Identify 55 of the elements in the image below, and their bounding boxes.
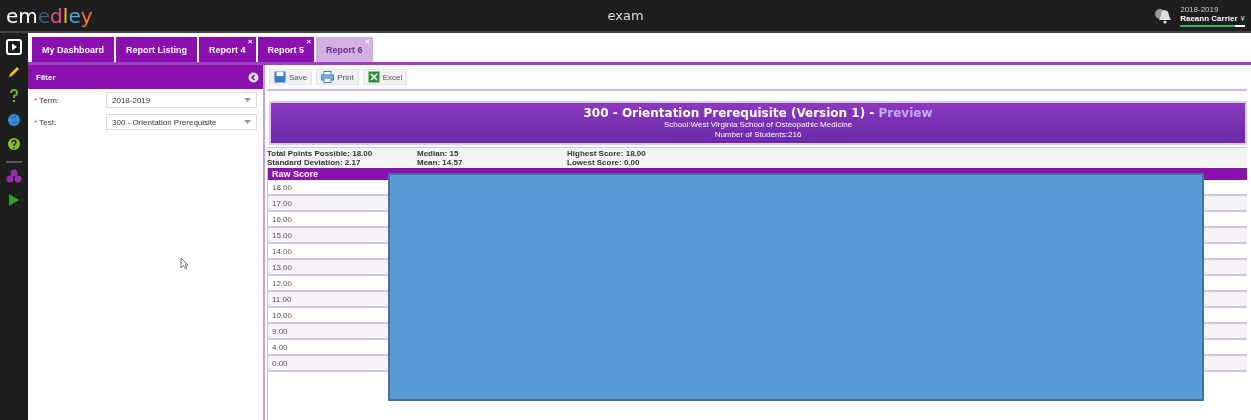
table-cell: 17.00 — [272, 198, 293, 208]
table-cell: 13.00 — [272, 262, 293, 272]
play-icon[interactable] — [8, 193, 20, 207]
table-cell: 14.00 — [272, 246, 293, 256]
tab[interactable]: Report 4 × — [199, 37, 256, 62]
tab[interactable]: Report 5 × — [257, 37, 315, 62]
pencil-icon[interactable] — [7, 65, 21, 79]
field-label: * Test: — [34, 117, 58, 127]
stat-text: Highest Score: 18.00 — [567, 149, 647, 158]
app-title: exam — [607, 8, 644, 23]
table-cell: 15.00 — [272, 230, 293, 240]
collapse-icon[interactable] — [248, 71, 259, 83]
tab[interactable]: Report 6 × — [316, 37, 373, 62]
cubes-icon[interactable] — [6, 161, 22, 183]
table-cell: 18.00 — [272, 182, 293, 192]
stat-text: Lowest Score: 0.00 — [567, 158, 641, 167]
table-cell: 12.00 — [272, 278, 293, 288]
dropdown-field[interactable]: 300 - Orientation Prerequisite — [106, 114, 257, 130]
app-logo: emedley — [6, 3, 94, 28]
table-cell: 11.00 — [272, 294, 292, 304]
dropdown-arrow-icon — [244, 119, 251, 125]
student-count: Number of Students:216 — [713, 130, 803, 140]
toolbar-button[interactable]: Print — [316, 69, 359, 85]
column-header: Raw Score — [272, 169, 319, 179]
stat-text: Standard Deviation: 2.17 — [267, 158, 362, 167]
toolbar-button[interactable]: Save — [269, 69, 313, 85]
mouse-cursor-icon — [180, 257, 189, 270]
filter-title: Filter — [36, 72, 56, 82]
table-cell: 0.00 — [272, 358, 288, 368]
term-label: 2018-2019 — [1180, 4, 1220, 14]
tab[interactable]: My Dashboard — [32, 37, 114, 62]
spreadsheet-icon — [367, 71, 380, 83]
globe-icon[interactable] — [7, 113, 21, 127]
stat-text: Median: 15 — [417, 149, 460, 158]
table-cell: 9.00 — [272, 326, 288, 336]
printer-icon — [321, 71, 335, 83]
help-icon[interactable] — [7, 137, 21, 151]
caret-icon[interactable]: ¥ — [1240, 13, 1245, 23]
question-mark-icon[interactable] — [9, 89, 19, 103]
stat-text: Total Points Possible: 18.00 — [267, 149, 374, 158]
close-icon[interactable]: × — [306, 37, 312, 46]
close-icon[interactable]: × — [247, 37, 253, 46]
table-cell: 10.00 — [272, 310, 293, 320]
table-cell: 16.00 — [272, 214, 293, 224]
tab[interactable]: Report Listing — [116, 37, 197, 62]
dropdown-arrow-icon — [244, 97, 251, 103]
toolbar-button[interactable]: Excel — [362, 69, 408, 85]
table-cell: 4.00 — [272, 342, 288, 352]
play-square-icon[interactable] — [6, 39, 22, 55]
dropdown-field[interactable]: 2018-2019 — [106, 92, 257, 108]
field-label: * Term: — [34, 95, 61, 105]
stat-text: Mean: 14.57 — [417, 158, 464, 167]
report-title: 300 - Orientation Prerequisite (Version 1) - Preview — [582, 106, 934, 120]
school-name: School:West Virginia School of Osteopathic Medicine — [662, 120, 854, 130]
user-name[interactable]: Raeann Carrier — [1180, 13, 1238, 23]
